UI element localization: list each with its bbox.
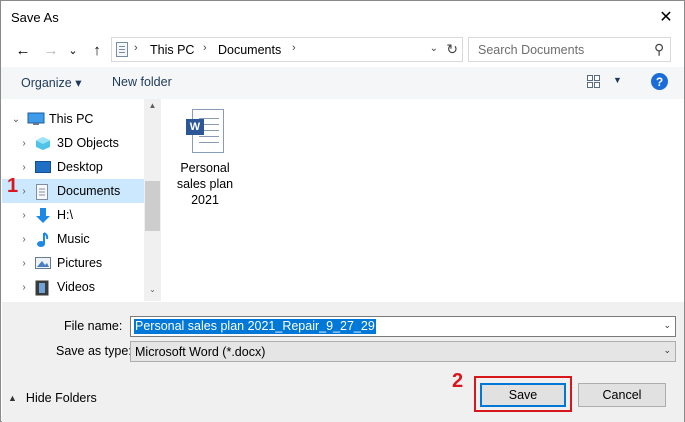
save-form: File name: Personal sales plan 2021_Repa…	[2, 302, 684, 369]
word-document-icon: W	[184, 107, 226, 157]
word-badge: W	[186, 119, 204, 135]
music-note-icon	[35, 232, 51, 247]
title-bar: Save As ✕	[1, 1, 684, 33]
dialog-title: Save As	[11, 10, 59, 25]
tree-item-documents[interactable]: › Documents	[2, 179, 144, 203]
refresh-icon[interactable]: ↻	[446, 41, 458, 58]
tree-item-3d-objects[interactable]: › 3D Objects	[2, 131, 144, 155]
search-input[interactable]: Search Documents ⚲	[468, 37, 671, 62]
collapsed-chevron-icon[interactable]: ›	[18, 138, 30, 149]
expanded-chevron-icon[interactable]: ⌄	[10, 114, 22, 125]
picture-icon	[35, 256, 51, 270]
navigation-pane: ⌄ This PC › 3D Objects › Desktop › Docum…	[2, 99, 161, 301]
chevron-down-icon[interactable]: ⌄	[663, 345, 671, 356]
collapsed-chevron-icon[interactable]: ›	[18, 258, 30, 269]
breadcrumb-this-pc[interactable]: This PC	[150, 43, 194, 57]
close-button[interactable]: ✕	[652, 4, 680, 30]
collapsed-chevron-icon[interactable]: ›	[18, 282, 30, 293]
file-name-field[interactable]: Personal sales plan 2021_Repair_9_27_29 …	[130, 316, 676, 337]
save-button[interactable]: Save	[480, 383, 566, 407]
view-options-icon[interactable]	[587, 75, 601, 89]
file-item[interactable]: W Personal sales plan 2021	[174, 107, 236, 208]
computer-icon	[27, 112, 45, 126]
collapsed-chevron-icon[interactable]: ›	[18, 234, 30, 245]
chevron-down-icon[interactable]: ⌄	[663, 320, 671, 331]
chevron-up-icon: ▲	[8, 393, 17, 403]
tree-item-music[interactable]: › Music	[2, 227, 144, 251]
scroll-thumb[interactable]	[145, 181, 160, 231]
drive-arrow-icon	[35, 208, 51, 223]
step-marker-2: 2	[452, 370, 464, 392]
collapsed-chevron-icon[interactable]: ›	[18, 162, 30, 173]
tree-item-videos[interactable]: › Videos	[2, 275, 144, 299]
file-list-area: W Personal sales plan 2021	[162, 99, 684, 301]
tree-item-h-drive[interactable]: › H:\	[2, 203, 144, 227]
save-type-select[interactable]: Microsoft Word (*.docx) ⌄	[130, 341, 676, 362]
breadcrumb-separator-icon: ›	[292, 42, 296, 54]
tree-item-label: Documents	[57, 184, 121, 198]
documents-folder-icon	[116, 42, 128, 57]
cancel-button[interactable]: Cancel	[578, 383, 666, 407]
film-icon	[35, 280, 51, 296]
organize-button[interactable]: Organize ▾	[21, 75, 81, 90]
search-icon[interactable]: ⚲	[654, 41, 664, 58]
breadcrumb-separator-icon: ›	[203, 42, 207, 54]
help-icon[interactable]: ?	[651, 73, 668, 90]
nav-pane-scrollbar[interactable]: ▲ ⌄	[144, 99, 161, 301]
tree-item-pictures[interactable]: › Pictures	[2, 251, 144, 275]
address-bar[interactable]: › This PC › Documents › ⌄ ↻	[111, 37, 463, 62]
save-type-label: Save as type:	[56, 344, 132, 358]
close-icon: ✕	[659, 9, 673, 26]
save-as-dialog: Save As ✕ ← → ⌄ ↑ › This PC › Documents …	[0, 0, 685, 422]
search-placeholder: Search Documents	[478, 43, 585, 57]
collapsed-chevron-icon[interactable]: ›	[18, 210, 30, 221]
tree-item-label: H:\	[57, 208, 73, 222]
hide-folders-button[interactable]: ▲ Hide Folders	[8, 391, 97, 405]
scroll-up-icon[interactable]: ▲	[144, 101, 161, 115]
tree-item-label: This PC	[49, 112, 94, 126]
save-type-value: Microsoft Word (*.docx)	[135, 345, 266, 359]
desktop-icon	[35, 160, 51, 174]
navigation-row: ← → ⌄ ↑ › This PC › Documents › ⌄ ↻ Sear…	[1, 35, 684, 65]
tree-item-label: 3D Objects	[57, 136, 119, 150]
step-marker-1: 1	[7, 175, 19, 197]
tree-item-desktop[interactable]: › Desktop	[2, 155, 144, 179]
file-name-value[interactable]: Personal sales plan 2021_Repair_9_27_29	[134, 319, 376, 334]
tree-item-this-pc[interactable]: ⌄ This PC	[2, 107, 144, 131]
tree-item-label: Pictures	[57, 256, 103, 270]
view-dropdown-icon[interactable]: ▼	[613, 75, 622, 85]
tree-item-label: Music	[57, 232, 90, 246]
cube-icon	[35, 136, 51, 150]
up-arrow-icon[interactable]: ↑	[87, 40, 107, 60]
document-folder-icon	[35, 184, 51, 200]
collapsed-chevron-icon[interactable]: ›	[18, 186, 30, 197]
file-name-label: Personal sales plan 2021	[176, 161, 234, 207]
breadcrumb-separator-icon: ›	[134, 42, 138, 54]
file-name-label: File name:	[64, 319, 123, 333]
tree-item-label: Desktop	[57, 160, 103, 174]
new-folder-button[interactable]: New folder	[112, 75, 172, 89]
tree-item-label: Videos	[57, 280, 95, 294]
scroll-down-icon[interactable]: ⌄	[144, 285, 161, 299]
dialog-footer: ▲ Hide Folders Save Cancel	[2, 369, 684, 422]
recent-locations-chevron-icon[interactable]: ⌄	[63, 40, 83, 60]
hide-folders-label: Hide Folders	[25, 391, 97, 405]
back-arrow-icon[interactable]: ←	[13, 40, 33, 60]
address-dropdown-icon[interactable]: ⌄	[430, 43, 438, 54]
command-toolbar: Organize ▾ New folder ▼ ?	[1, 67, 684, 99]
breadcrumb-documents[interactable]: Documents	[218, 43, 281, 57]
forward-arrow-icon[interactable]: →	[41, 40, 61, 60]
